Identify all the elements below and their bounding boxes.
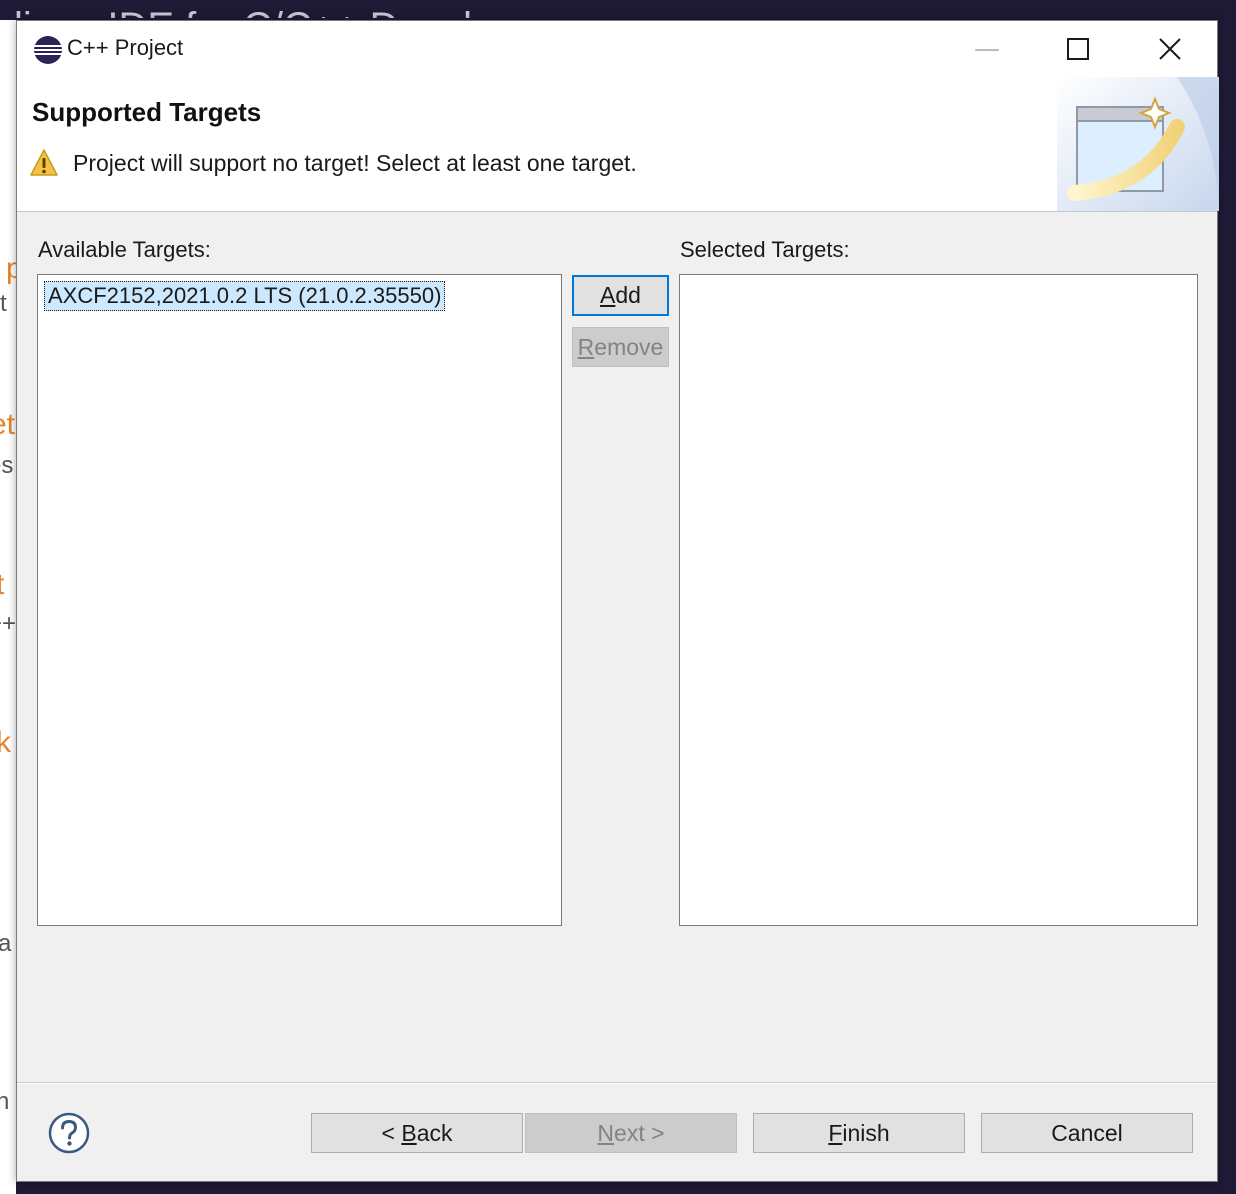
wizard-header: Supported Targets Project will support n… — [17, 77, 1219, 212]
bg-fragment: t — [0, 568, 5, 601]
list-item[interactable]: AXCF2152,2021.0.2 LTS (21.0.2.35550) — [44, 281, 446, 311]
background-ide-title: clipse IDE for C/C++ Developers — [0, 0, 572, 18]
finish-button-label: Finish — [828, 1119, 890, 1146]
cancel-button-label: Cancel — [1051, 1119, 1123, 1146]
maximize-button[interactable] — [1032, 21, 1124, 77]
wizard-banner-icon — [1057, 77, 1219, 211]
selected-targets-list[interactable] — [679, 274, 1198, 926]
close-button[interactable] — [1124, 21, 1216, 77]
close-icon — [1159, 38, 1181, 60]
remove-button-label: Remove — [577, 333, 664, 360]
warning-icon — [30, 149, 58, 176]
add-button-label: Add — [600, 282, 641, 308]
bg-fragment: a — [0, 930, 12, 957]
maximize-icon — [1067, 38, 1089, 60]
bg-fragment: k — [0, 726, 11, 759]
remove-button[interactable]: Remove — [572, 327, 669, 367]
window-title: C++ Project — [67, 35, 184, 60]
footer-divider — [17, 1082, 1217, 1083]
available-targets-list[interactable]: AXCF2152,2021.0.2 LTS (21.0.2.35550) — [37, 274, 562, 926]
bg-fragment: p — [6, 252, 16, 285]
back-button[interactable]: < Back — [311, 1113, 523, 1153]
page-title: Supported Targets — [32, 97, 262, 127]
background-ide-strip: p rt et es t ++ k a n — [0, 20, 16, 1194]
bg-fragment: et — [0, 408, 16, 441]
eclipse-icon — [34, 36, 62, 64]
cancel-button[interactable]: Cancel — [981, 1113, 1193, 1153]
next-button-label: Next > — [597, 1119, 665, 1146]
minimize-icon: — — [974, 34, 1000, 64]
add-button[interactable]: Add — [572, 275, 669, 316]
background-desktop — [1218, 20, 1236, 1194]
bg-fragment: n — [0, 1088, 10, 1115]
selected-targets-label: Selected Targets: — [680, 237, 850, 262]
question-circle-icon[interactable] — [47, 1111, 91, 1155]
finish-button[interactable]: Finish — [753, 1113, 965, 1153]
available-targets-label: Available Targets: — [38, 237, 211, 262]
cpp-project-dialog: C++ Project — Supported Targets Project … — [16, 20, 1219, 1182]
title-bar[interactable]: C++ Project — — [17, 21, 1217, 77]
bg-fragment: rt — [0, 290, 7, 317]
bg-fragment: ++ — [0, 610, 16, 637]
minimize-button[interactable]: — — [941, 21, 1033, 77]
bg-fragment: es — [0, 452, 14, 479]
next-button[interactable]: Next > — [525, 1113, 737, 1153]
header-message: Project will support no target! Select a… — [73, 150, 637, 176]
back-button-label: < Back — [381, 1119, 453, 1146]
